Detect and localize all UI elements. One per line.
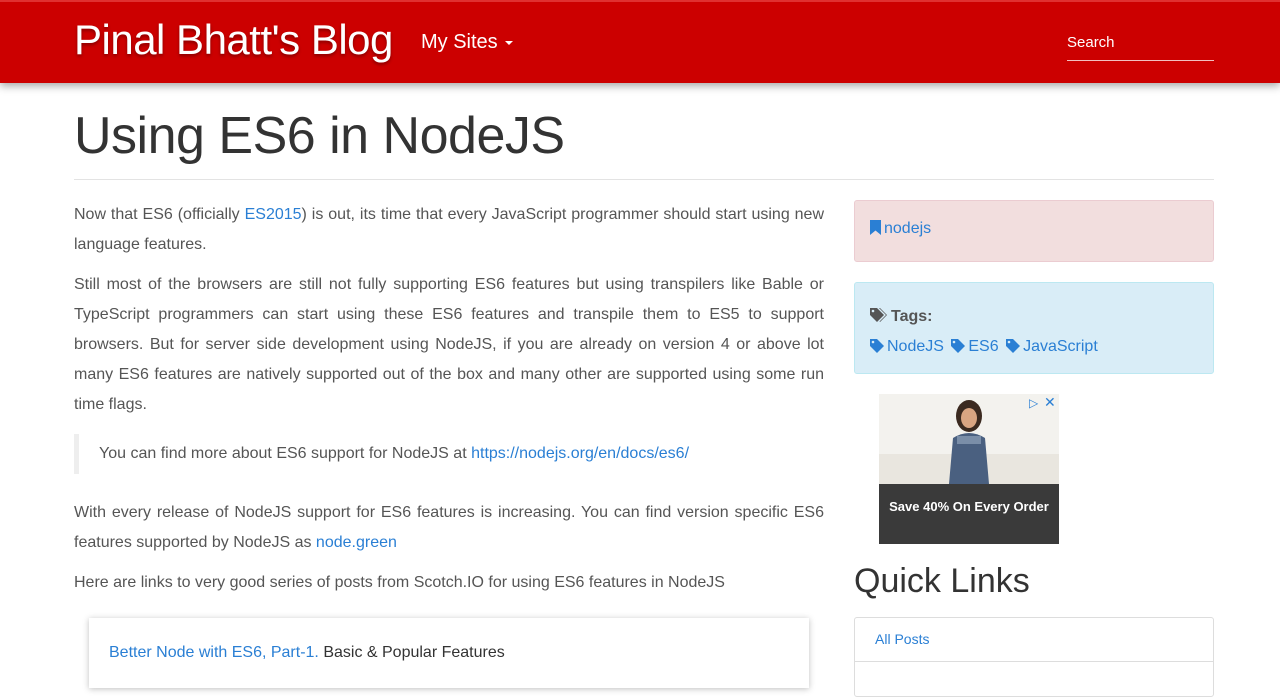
- paragraph-releases: With every release of NodeJS support for…: [74, 498, 824, 558]
- series-card: Better Node with ES6, Part-1. Basic & Po…: [89, 618, 809, 688]
- tags-heading: Tags:: [870, 302, 1198, 332]
- tag-es6[interactable]: ES6: [951, 338, 999, 355]
- category-label: nodejs: [884, 220, 932, 237]
- search-input[interactable]: [1067, 24, 1214, 61]
- paragraph-text: With every release of NodeJS support for…: [74, 504, 824, 551]
- title-divider: [74, 179, 1214, 180]
- es2015-link[interactable]: ES2015: [245, 206, 302, 223]
- ad-caption: Save 40% On Every Order: [879, 484, 1059, 544]
- nodejs-es6-docs-link[interactable]: https://nodejs.org/en/docs/es6/: [471, 445, 689, 462]
- category-box: nodejs: [854, 200, 1214, 262]
- tags-icon: [870, 308, 887, 322]
- my-sites-dropdown[interactable]: My Sites: [421, 31, 513, 54]
- paragraph-text: Now that ES6 (officially: [74, 206, 245, 223]
- article-body: Now that ES6 (officially ES2015) is out,…: [74, 200, 824, 688]
- advertisement[interactable]: ▷ ✕ Save 40% On Every Order: [879, 394, 1059, 544]
- tag-icon: [1006, 339, 1021, 353]
- tag-label: JavaScript: [1023, 338, 1098, 355]
- node-green-link[interactable]: node.green: [316, 534, 397, 551]
- quick-links-title: Quick Links: [854, 562, 1030, 600]
- series-part1-link[interactable]: Better Node with ES6, Part-1.: [109, 644, 319, 661]
- tag-nodejs[interactable]: NodeJS: [870, 338, 944, 355]
- tag-icon: [951, 339, 966, 353]
- tags-label: Tags:: [891, 308, 933, 325]
- tag-list: NodeJS ES6 JavaScript: [870, 332, 1198, 362]
- tag-javascript[interactable]: JavaScript: [1006, 338, 1098, 355]
- quick-link-all-posts[interactable]: All Posts: [855, 618, 1213, 662]
- page-title: Using ES6 in NodeJS: [74, 107, 565, 165]
- tag-icon: [870, 339, 884, 353]
- site-brand[interactable]: Pinal Bhatt's Blog: [74, 16, 393, 64]
- ad-close-icon[interactable]: ✕: [1044, 394, 1056, 411]
- navbar: Pinal Bhatt's Blog My Sites: [0, 0, 1280, 83]
- quick-links-list: All Posts: [854, 617, 1214, 697]
- caret-down-icon: [504, 40, 513, 45]
- tags-box: Tags: NodeJS ES6 JavaScript: [854, 282, 1214, 374]
- quote-text: You can find more about ES6 support for …: [99, 445, 472, 462]
- tag-label: NodeJS: [887, 338, 944, 355]
- paragraph-scotch: Here are links to very good series of po…: [74, 574, 725, 591]
- my-sites-label: My Sites: [421, 31, 498, 53]
- category-link[interactable]: nodejs: [870, 220, 931, 237]
- ad-choices-icon[interactable]: ▷: [1029, 396, 1038, 410]
- bookmark-icon: [870, 220, 881, 235]
- tag-label: ES6: [968, 338, 999, 355]
- paragraph-transpilers: Still most of the browsers are still not…: [74, 276, 824, 413]
- paragraph-intro: Now that ES6 (officially ES2015) is out,…: [74, 200, 824, 260]
- series-card-text: Basic & Popular Features: [318, 644, 505, 661]
- blockquote: You can find more about ES6 support for …: [74, 434, 824, 474]
